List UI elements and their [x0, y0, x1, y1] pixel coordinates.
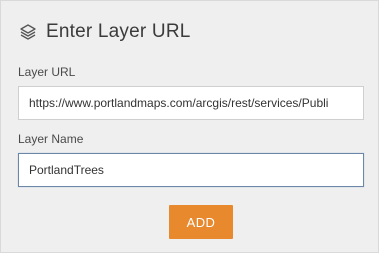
panel-title: Enter Layer URL — [46, 21, 191, 42]
enter-layer-url-panel: Enter Layer URL Layer URL Layer Name ADD — [0, 0, 379, 253]
layer-url-input[interactable] — [18, 86, 364, 120]
panel-header: Enter Layer URL — [18, 19, 191, 45]
layer-url-label: Layer URL — [18, 65, 76, 79]
layers-icon — [18, 22, 38, 42]
add-button[interactable]: ADD — [169, 205, 233, 239]
layer-name-label: Layer Name — [18, 132, 84, 146]
layer-name-input[interactable] — [18, 153, 364, 187]
